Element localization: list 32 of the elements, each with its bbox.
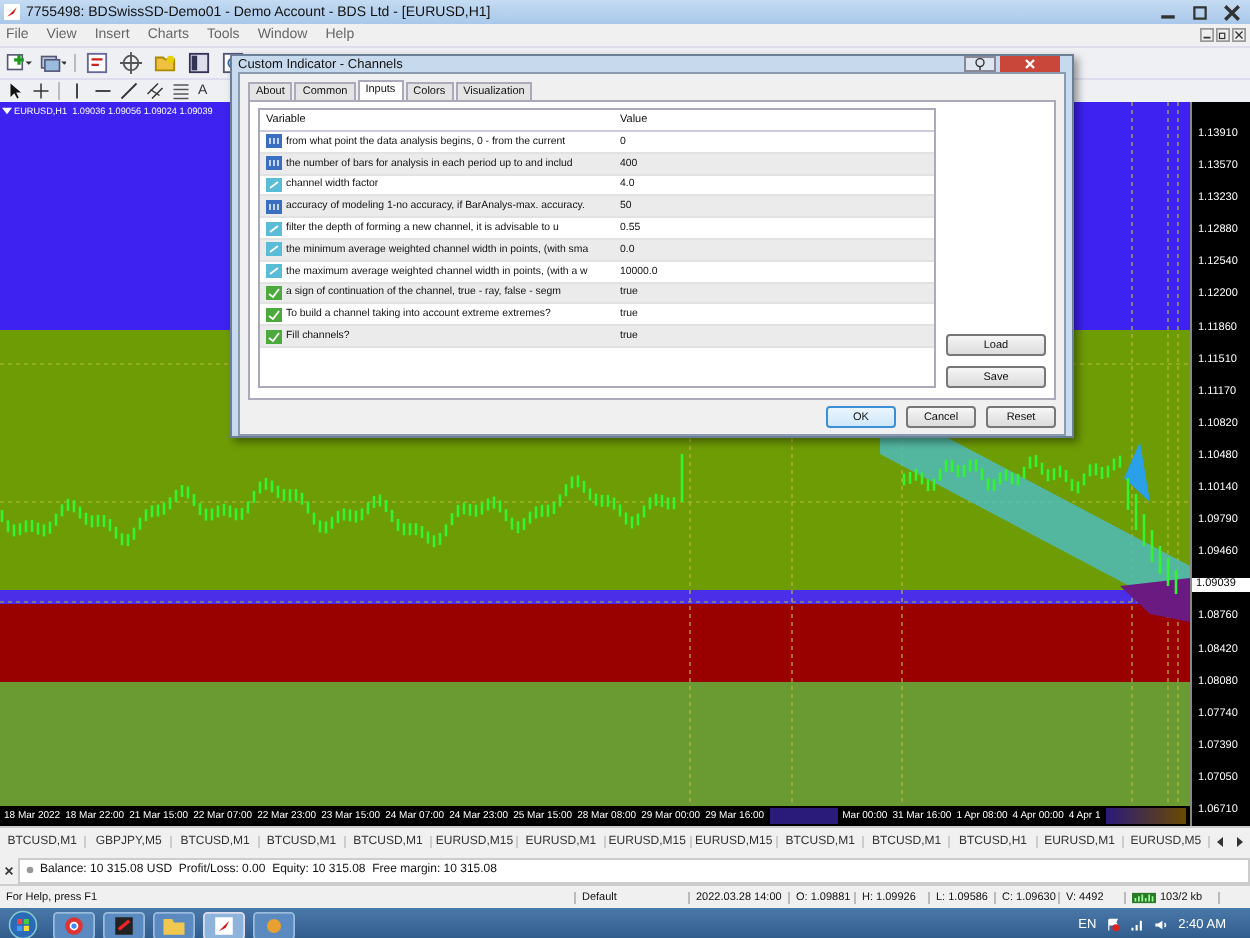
- speaker-icon[interactable]: [1154, 918, 1169, 932]
- fibonacci-icon[interactable]: [172, 82, 190, 100]
- window-icon[interactable]: [186, 52, 212, 74]
- close-icon[interactable]: [4, 865, 14, 875]
- minimize-icon[interactable]: [1200, 28, 1214, 42]
- restore-icon[interactable]: [1216, 28, 1230, 42]
- crosshair-target-icon[interactable]: [118, 52, 144, 74]
- browser-icon[interactable]: [52, 911, 96, 938]
- folder-icon[interactable]: [152, 911, 196, 938]
- cursor-icon[interactable]: [6, 82, 24, 100]
- flag-icon[interactable]: [1106, 918, 1121, 932]
- crosshair-icon[interactable]: [32, 82, 50, 100]
- market-watch-icon[interactable]: [84, 52, 110, 74]
- time-marker: [1105, 808, 1186, 824]
- time-marker: [769, 808, 838, 824]
- status-dot-icon: [26, 866, 34, 874]
- close-icon[interactable]: [1218, 3, 1246, 21]
- trendline-icon[interactable]: [120, 82, 138, 100]
- signal-icon[interactable]: [1130, 918, 1145, 932]
- dropdown-icon[interactable]: [2, 106, 12, 116]
- new-chart-icon[interactable]: [6, 52, 32, 74]
- scroll-right-icon[interactable]: [1234, 836, 1247, 848]
- folder-star-icon[interactable]: [152, 52, 178, 74]
- app-icon: [4, 4, 20, 20]
- scroll-left-icon[interactable]: [1214, 836, 1227, 848]
- app-icon[interactable]: [102, 911, 146, 938]
- connection-bars-icon: [1132, 891, 1156, 903]
- help-icon[interactable]: [964, 56, 996, 72]
- close-icon[interactable]: [1232, 28, 1246, 42]
- trading-app-icon[interactable]: [202, 911, 246, 938]
- start-button-icon[interactable]: [8, 910, 38, 938]
- profiles-icon[interactable]: [40, 52, 66, 74]
